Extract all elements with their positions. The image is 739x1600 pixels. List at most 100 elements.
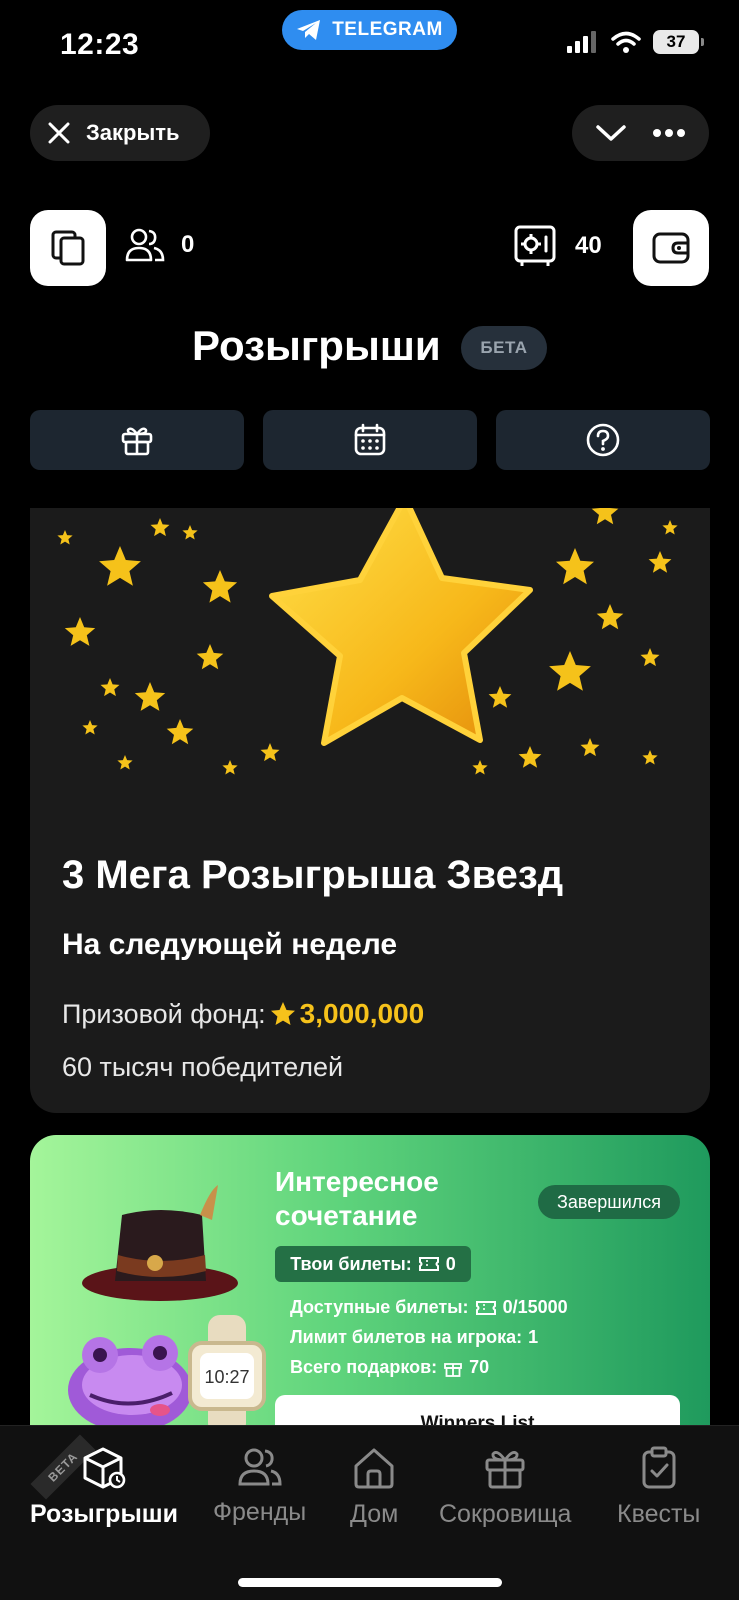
nav-label-quests: Квесты [617,1500,701,1528]
limit-value: 1 [528,1327,539,1347]
background-star [150,518,170,537]
close-icon [48,122,70,144]
mega-title: 3 Мега Розыгрыша Звезд [62,853,564,897]
friends-stat: 0 [125,226,194,264]
background-star [222,760,238,775]
gifts-label: Всего подарков: [290,1357,438,1377]
giveaway-status-badge: Завершился [538,1185,680,1219]
clipboard-icon [642,1446,676,1489]
status-bar: 12:23 TELEGRAM 37 [0,0,739,90]
nav-label-friends: Френды [213,1498,307,1526]
telegram-pill[interactable]: TELEGRAM [282,10,457,50]
tab-help[interactable] [496,410,710,470]
ticket-icon [475,1300,496,1315]
background-star [556,548,594,585]
background-star [518,746,542,768]
background-star [134,682,166,711]
nav-item-friends[interactable]: Френды [213,1446,306,1527]
ticket-limit: Лимит билетов на игрока: 1 [290,1327,538,1348]
beta-badge: БЕТА [461,326,547,370]
nav-item-giveaways[interactable]: Розыгрыши [30,1446,178,1529]
background-star [82,720,98,735]
cube-icon [83,1447,126,1489]
nav-item-home[interactable]: Дом [350,1446,398,1529]
wifi-icon [611,31,641,53]
available-label: Доступные билеты: [290,1297,469,1317]
background-star [196,644,224,670]
wallet-icon [652,232,690,264]
gift-icon [121,427,153,456]
gift-illustration: 10:27 [68,1185,266,1435]
nav-label-treasures: Сокровища [439,1500,572,1528]
safe-icon [514,225,556,266]
mega-subtitle: На следующей неделе [62,928,398,961]
signal-icon [567,31,596,53]
page-title: Розыгрыши [192,322,441,369]
telegram-pill-label: TELEGRAM [332,19,443,40]
help-icon [586,423,620,457]
background-star [596,604,624,630]
background-star [166,719,194,745]
nav-item-treasures[interactable]: Сокровища [439,1446,571,1529]
available-tickets: Доступные билеты: 0/15000 [290,1297,568,1318]
background-star [100,678,120,697]
status-time: 12:23 [60,28,140,61]
background-star [648,551,672,573]
prize-value: 3,000,000 [299,998,425,1029]
safe-count: 40 [575,232,602,259]
background-star [549,651,591,691]
background-star [202,570,238,603]
tab-gifts[interactable] [30,410,244,470]
telegram-icon [297,20,321,40]
your-tickets-value: 0 [445,1253,456,1274]
close-button[interactable]: Закрыть [30,105,210,161]
svg-text:10:27: 10:27 [204,1367,249,1387]
background-star [591,508,619,525]
header-menu [572,105,709,161]
mega-giveaway-card[interactable]: 3 Мега Розыгрыша Звезд На следующей неде… [30,508,710,1113]
close-label: Закрыть [86,120,180,145]
friends-icon [238,1448,282,1486]
home-indicator [238,1578,502,1587]
prize-label: Призовой фонд: [62,998,266,1029]
status-icons: 37 [567,30,704,54]
tab-calendar[interactable] [263,410,477,470]
background-star [642,750,658,765]
background-star [640,648,660,667]
wallet-button[interactable] [633,210,709,286]
background-star [182,525,198,540]
copy-button[interactable] [30,210,106,286]
background-star [64,617,96,646]
background-star [260,743,280,762]
background-star [580,738,600,757]
background-star [117,755,133,770]
gift-icon [444,1362,463,1377]
gifts-value: 70 [469,1357,490,1377]
available-value: 0/15000 [502,1297,568,1317]
friends-count: 0 [181,231,195,258]
background-star [662,520,678,535]
limit-label: Лимит билетов на игрока: [290,1327,523,1347]
your-tickets-label: Твои билеты: [290,1253,412,1274]
star-icon [270,1002,295,1025]
nav-item-quests[interactable]: Квесты [617,1446,700,1529]
safe-stat: 40 [513,224,602,268]
winners-count: 60 тысяч победителей [62,1052,344,1082]
nav-label-giveaways: Розыгрыши [30,1500,179,1528]
chevron-down-icon[interactable] [595,123,627,143]
background-star [99,546,141,586]
stars-illustration [57,508,678,775]
gift-icon [485,1451,525,1489]
prize-row: Призовой фонд: 3,000,000 [62,998,424,1030]
total-gifts: Всего подарков: 70 [290,1357,489,1378]
more-icon[interactable] [652,128,686,138]
calendar-icon [354,423,386,456]
nav-label-home: Дом [350,1500,399,1528]
home-icon [354,1448,394,1489]
giveaway-title: Интересное сочетание [275,1166,439,1231]
battery-indicator: 37 [653,30,704,54]
bottom-nav: BETA Розыгрыши Френды Дом Сокровища Квес… [0,1425,739,1600]
your-tickets: Твои билеты: 0 [275,1246,471,1282]
friends-icon [125,228,165,262]
giveaway-card[interactable]: 10:27 Интересное сочетание Завершился Тв… [30,1135,710,1455]
